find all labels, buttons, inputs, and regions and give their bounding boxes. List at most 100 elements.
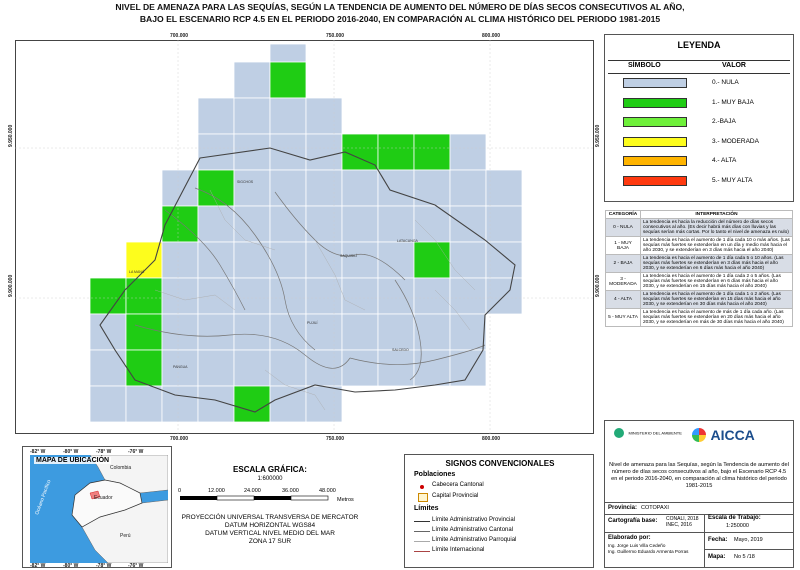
hazard-cell [449, 133, 487, 171]
legend-swatch [623, 175, 687, 186]
hazard-cell [413, 169, 451, 207]
interpretation-table: CATEGORÍA INTERPRETACIÓN 0 - NULA La tend… [605, 210, 793, 327]
info-divider-4 [704, 549, 794, 550]
mapa-label: Mapa: [708, 554, 726, 560]
interp-row: 1 - MUY BAJA La tendencia es hacia el aum… [605, 236, 793, 255]
x-tick-bottom-2: 750.000 [326, 436, 345, 442]
signs-poblaciones: Poblaciones [414, 471, 456, 478]
hazard-cell [233, 385, 271, 423]
signs-cabecera-cantonal: Cabecera Cantonal [432, 482, 484, 488]
y-tick-right-1: 9.950.000 [595, 124, 601, 147]
hazard-cell [197, 205, 235, 243]
legend-swatch [623, 156, 687, 166]
loc-label-peru: Perú [120, 533, 131, 539]
hazard-cell [233, 169, 271, 207]
info-divider-3 [604, 532, 794, 533]
loc-lon-tick-b2: -80° W [63, 563, 79, 569]
interp-cat: 4 - ALTA [605, 290, 641, 309]
hazard-cell [269, 61, 307, 99]
y-tick-left-1: 9.950.000 [8, 124, 14, 147]
hazard-cell [341, 205, 379, 243]
loc-label-colombia: Colombia [110, 465, 131, 471]
legend-col-symbol: SÍMBOLO [628, 62, 661, 69]
hazard-cell [233, 61, 271, 99]
hazard-cell [341, 313, 379, 351]
interp-cat: 0 - NULA [605, 218, 641, 237]
hazard-cell [269, 349, 307, 387]
interp-text: La tendencia es hacia el aumento de 1 dí… [640, 290, 793, 309]
y-tick-left-2: 9.900.000 [8, 274, 14, 297]
hazard-cell [377, 241, 415, 279]
loc-lon-tick-b4: -76° W [128, 563, 144, 569]
interp-text: La tendencia es hacia la reducción del n… [640, 218, 793, 237]
aicca-logo: AICCA [692, 426, 782, 448]
hazard-cell [341, 349, 379, 387]
ministry-logo-text: MINISTERIO DEL AMBIENTE [628, 430, 682, 436]
x-tick-bottom-3: 800.000 [482, 436, 501, 442]
loc-lon-tick-1: -82° W [30, 449, 46, 455]
projection-info: PROYECCIÓN UNIVERSAL TRANSVERSA DE MERCA… [170, 514, 370, 546]
map-title: NIVEL DE AMENAZA PARA LAS SEQUÍAS, SEGÚN… [0, 2, 800, 25]
hazard-cell [269, 385, 307, 423]
lim-parroquial-icon [414, 541, 430, 542]
interp-text: La tendencia es hacia el aumento de 1 dí… [640, 272, 793, 291]
projection-line-4: ZONA 17 SUR [248, 538, 292, 545]
provincia-value: COTOPAXI [641, 505, 669, 511]
loc-lon-tick-b1: -82° W [30, 563, 46, 569]
hazard-cell [161, 277, 199, 315]
signs-lim-provincial: Límite Administrativo Provincial [432, 517, 516, 523]
loc-lon-tick-b3: -78° W [96, 563, 112, 569]
hazard-cell [269, 97, 307, 135]
hazard-cell [305, 169, 343, 207]
scale-tick-1: 12.000 [208, 488, 225, 494]
place-label-saquisili: SAQUISILÍ [340, 254, 357, 258]
projection-line-3: DATUM VERTICAL NIVEL MEDIO DEL MAR [205, 530, 335, 537]
hazard-cell [305, 385, 343, 423]
interp-cat: 5 - MUY ALTA [605, 308, 641, 327]
legend-label: 4.- ALTA [712, 157, 737, 164]
hazard-cells [89, 43, 523, 423]
hazard-cell [269, 313, 307, 351]
x-tick-top-1: 700.000 [170, 33, 189, 39]
legend-swatch [623, 97, 687, 108]
scale-tick-4: 48.000 [319, 488, 336, 494]
hazard-cell [197, 241, 235, 279]
title-line-1: NIVEL DE AMENAZA PARA LAS SEQUÍAS, SEGÚN… [115, 2, 685, 12]
hazard-cell [449, 313, 487, 351]
signs-limites: Límites [414, 505, 439, 512]
loc-lon-tick-2: -80° W [63, 449, 79, 455]
hazard-cell [233, 277, 271, 315]
place-label-la-mana: LA MANÁ [129, 270, 145, 274]
capital-provincial-icon [418, 493, 428, 502]
cabecera-cantonal-icon [420, 485, 424, 489]
hazard-cell [377, 169, 415, 207]
signs-lim-parroquial: Límite Administrativo Parroquial [432, 537, 517, 543]
interp-text: La tendencia es hacia el aumento de 1 dí… [640, 236, 793, 255]
elaborado-label: Elaborado por: [608, 535, 651, 541]
hazard-cell [485, 169, 523, 207]
y-tick-right-2: 9.900.000 [595, 274, 601, 297]
scale-tick-3: 36.000 [282, 488, 299, 494]
interp-row: 3 - MODERADA La tendencia es hacia el aum… [605, 272, 793, 291]
hazard-cell [161, 385, 199, 423]
aicca-logo-text: AICCA [710, 426, 755, 443]
info-divider-2 [604, 514, 794, 515]
scale-seg-1 [180, 496, 217, 500]
interp-row: 5 - MUY ALTA La tendencia es hacia el aum… [605, 308, 793, 327]
interp-col-cat: CATEGORÍA [605, 210, 641, 219]
hazard-cell [233, 97, 271, 135]
projection-line-1: PROYECCIÓN UNIVERSAL TRANSVERSA DE MERCA… [181, 514, 359, 521]
interp-text: La tendencia es hacia el aumento de 1 dí… [640, 254, 793, 273]
hazard-cell [269, 277, 307, 315]
hazard-cell [449, 349, 487, 387]
hazard-cell [233, 241, 271, 279]
signs-capital-provincial: Capital Provincial [432, 493, 479, 499]
interp-text: La tendencia es hacia el aumento de más … [640, 308, 793, 327]
hazard-cell [449, 277, 487, 315]
hazard-cell [341, 277, 379, 315]
mapa-value: No 5 /18 [734, 554, 755, 560]
signs-lim-internacional: Límite Internacional [432, 547, 485, 553]
hazard-cell [197, 313, 235, 351]
hazard-cell [341, 241, 379, 279]
info-vdivider [704, 514, 705, 568]
